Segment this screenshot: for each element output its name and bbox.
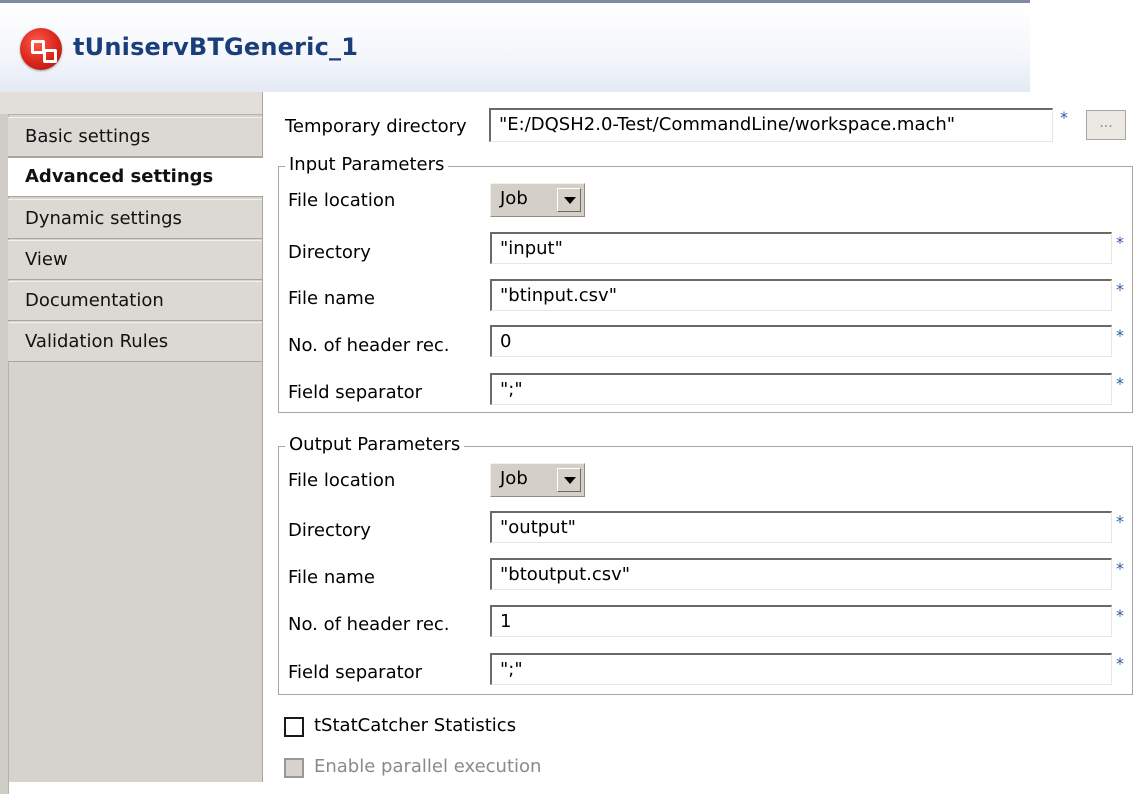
required-marker: * [1116, 559, 1124, 578]
stat-catcher-label: tStatCatcher Statistics [314, 715, 517, 736]
required-marker: * [1116, 280, 1124, 299]
input-file-location-select[interactable]: Job [490, 183, 585, 217]
temp-dir-input[interactable]: "E:/DQSH2.0-Test/CommandLine/workspace.m… [489, 108, 1053, 142]
component-logo-icon [20, 28, 62, 70]
parallel-execution-checkbox[interactable] [284, 758, 304, 778]
tab-advanced-settings[interactable]: Advanced settings [8, 157, 263, 197]
tab-basic-settings[interactable]: Basic settings [8, 117, 262, 157]
output-header-rec-label: No. of header rec. [288, 614, 450, 635]
input-file-location-label: File location [288, 190, 396, 211]
input-parameters-legend: Input Parameters [285, 154, 449, 175]
required-marker: * [1116, 326, 1124, 345]
output-field-separator-label: Field separator [288, 662, 423, 683]
parallel-execution-label: Enable parallel execution [314, 756, 542, 777]
input-directory-field[interactable]: "input" [490, 232, 1112, 264]
component-title-bar: tUniservBTGeneric_1 [0, 0, 1030, 92]
input-file-location-value: Job [500, 188, 528, 209]
required-marker: * [1116, 654, 1124, 673]
tab-panel-header [0, 92, 262, 115]
output-file-name-label: File name [288, 567, 375, 588]
input-directory-label: Directory [288, 242, 371, 263]
output-field-separator-field[interactable]: ";" [490, 653, 1112, 685]
temp-dir-label: Temporary directory [285, 116, 467, 137]
required-marker: * [1116, 374, 1124, 393]
output-parameters-legend: Output Parameters [285, 434, 465, 455]
required-marker: * [1116, 606, 1124, 625]
input-file-name-label: File name [288, 288, 375, 309]
output-header-rec-field[interactable]: 1 [490, 605, 1112, 637]
chevron-down-icon[interactable] [557, 188, 581, 212]
required-marker: * [1116, 512, 1124, 531]
required-marker: * [1060, 108, 1068, 127]
input-header-rec-label: No. of header rec. [288, 335, 450, 356]
output-file-location-label: File location [288, 470, 396, 491]
required-marker: * [1116, 233, 1124, 252]
tab-dynamic-settings[interactable]: Dynamic settings [8, 199, 262, 239]
output-directory-label: Directory [288, 520, 371, 541]
chevron-down-icon[interactable] [557, 468, 581, 492]
output-file-location-value: Job [500, 468, 528, 489]
stat-catcher-checkbox[interactable] [284, 717, 304, 737]
output-file-name-field[interactable]: "btoutput.csv" [490, 558, 1112, 590]
output-directory-field[interactable]: "output" [490, 511, 1112, 543]
browse-button[interactable]: ... [1086, 110, 1126, 140]
input-field-separator-field[interactable]: ";" [490, 373, 1112, 405]
tab-documentation[interactable]: Documentation [8, 281, 262, 321]
tab-view[interactable]: View [8, 240, 262, 280]
tab-validation-rules[interactable]: Validation Rules [8, 322, 262, 362]
component-title: tUniservBTGeneric_1 [73, 33, 359, 61]
input-file-name-field[interactable]: "btinput.csv" [490, 279, 1112, 311]
input-field-separator-label: Field separator [288, 382, 423, 403]
input-header-rec-field[interactable]: 0 [490, 325, 1112, 357]
output-file-location-select[interactable]: Job [490, 463, 585, 497]
